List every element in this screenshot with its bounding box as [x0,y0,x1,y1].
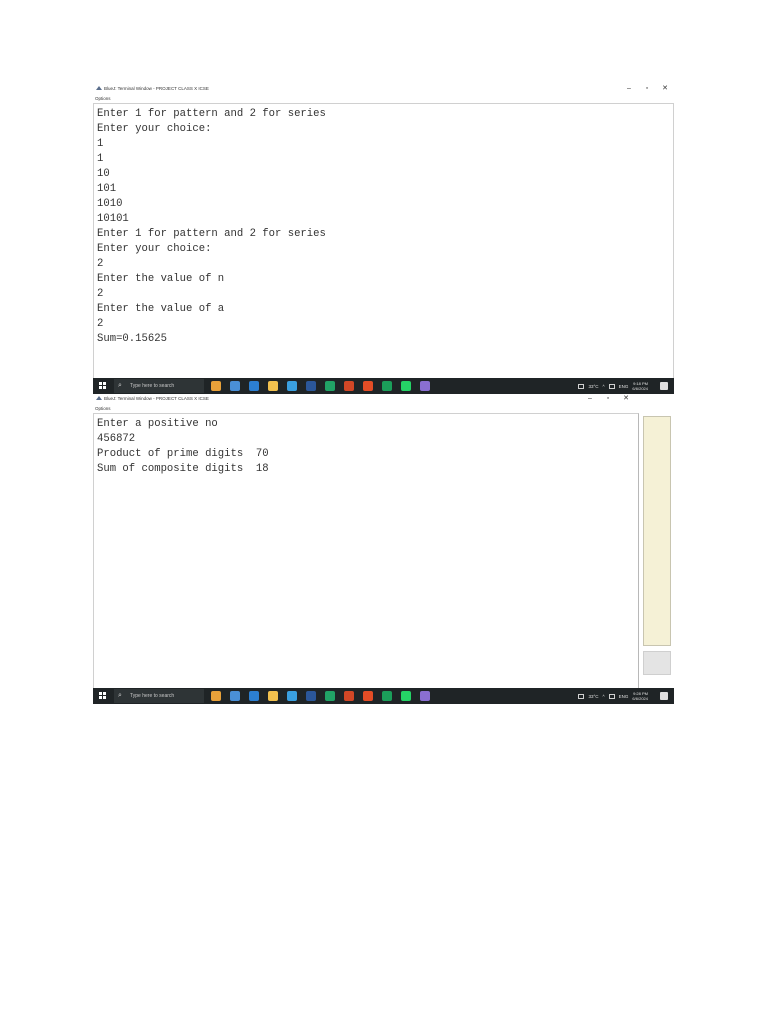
terminal-lines: Enter 1 for pattern and 2 for series Ente… [94,104,673,347]
background-window [639,413,674,688]
taskbar-app-icon[interactable] [344,691,354,701]
terminal-line: 1 [97,153,104,165]
terminal-line: 10101 [97,213,129,225]
taskbar-app-icon[interactable] [363,381,373,391]
background-status-panel [643,651,671,675]
volume-icon[interactable] [608,693,615,699]
window-titlebar: BlueJ: Terminal Window - PROJECT CLASS X… [93,394,674,404]
window-titlebar: BlueJ: Terminal Window - PROJECT CLASS X… [93,84,674,94]
window-title: BlueJ: Terminal Window - PROJECT CLASS X… [104,396,209,401]
clock-date: 6/6/2024 [632,386,648,391]
background-editor-panel [643,416,671,646]
notification-icon[interactable] [660,692,668,700]
terminal-line: 2 [97,258,104,270]
taskbar-apps [211,690,430,702]
terminal-line: Enter a positive no [97,418,218,430]
minimize-button[interactable]: – [581,394,599,404]
terminal-screenshot-1: BlueJ: Terminal Window - PROJECT CLASS X… [93,84,674,394]
taskbar-app-icon[interactable] [249,691,259,701]
terminal-output[interactable]: Enter 1 for pattern and 2 for series Ente… [93,103,674,378]
terminal-line: 2 [97,288,104,300]
close-button[interactable]: ✕ [617,394,635,404]
system-tray: 33°C ^ ENG 9:18 PM 6/6/2024 [578,380,648,392]
taskbar-app-icon[interactable] [287,381,297,391]
bluej-icon [96,396,102,400]
weather-icon[interactable] [578,383,585,389]
taskbar-app-icon[interactable] [420,381,430,391]
temperature[interactable]: 33°C [588,384,598,389]
terminal-line: 10 [97,168,110,180]
close-button[interactable]: ✕ [656,84,674,94]
search-placeholder: Type here to search [130,383,175,389]
taskbar-app-icon[interactable] [363,691,373,701]
taskbar-app-icon[interactable] [211,381,221,391]
taskbar-search[interactable]: ⌕ Type here to search [114,689,204,703]
chevron-up-icon[interactable]: ^ [603,694,605,699]
search-icon: ⌕ [118,692,122,699]
notification-icon[interactable] [660,382,668,390]
taskbar-app-icon[interactable] [325,691,335,701]
taskbar-apps [211,380,430,392]
menu-options[interactable]: Options [93,404,674,413]
menu-options[interactable]: Options [93,94,674,103]
weather-icon[interactable] [578,693,585,699]
taskbar-app-icon[interactable] [306,381,316,391]
terminal-screenshot-2: BlueJ: Terminal Window - PROJECT CLASS X… [93,394,674,704]
taskbar-app-icon[interactable] [382,691,392,701]
windows-start-icon[interactable] [99,382,106,389]
terminal-line: Enter the value of n [97,273,225,285]
taskbar-app-icon[interactable] [230,381,240,391]
maximize-button[interactable]: ▫ [638,84,656,94]
window-title: BlueJ: Terminal Window - PROJECT CLASS X… [104,86,209,91]
terminal-line: 1010 [97,198,123,210]
taskbar-app-icon[interactable] [306,691,316,701]
taskbar-app-icon[interactable] [382,381,392,391]
maximize-button[interactable]: ▫ [599,394,617,404]
taskbar-app-icon[interactable] [211,691,221,701]
terminal-line: Enter 1 for pattern and 2 for series [97,228,326,240]
taskbar-app-icon[interactable] [344,381,354,391]
clock[interactable]: 9:28 PM 6/6/2024 [632,691,648,701]
volume-icon[interactable] [608,383,615,389]
language[interactable]: ENG [619,384,629,389]
chevron-up-icon[interactable]: ^ [603,384,605,389]
taskbar-app-icon[interactable] [401,381,411,391]
terminal-line: Product of prime digits 70 [97,448,269,460]
taskbar-app-icon[interactable] [401,691,411,701]
taskbar-app-icon[interactable] [249,381,259,391]
taskbar: ⌕ Type here to search 33°C ^ ENG 9:18 PM… [93,378,674,394]
terminal-line: Enter the value of a [97,303,225,315]
terminal-line: Sum=0.15625 [97,333,167,345]
terminal-line: Enter your choice: [97,123,212,135]
taskbar-app-icon[interactable] [268,381,278,391]
bluej-icon [96,86,102,90]
search-placeholder: Type here to search [130,693,175,699]
clock-date: 6/6/2024 [632,696,648,701]
window-controls: – ▫ ✕ [620,84,674,94]
windows-start-icon[interactable] [99,692,106,699]
search-icon: ⌕ [118,382,122,389]
terminal-line: 2 [97,318,104,330]
language[interactable]: ENG [619,694,629,699]
terminal-line: 101 [97,183,117,195]
minimize-button[interactable]: – [620,84,638,94]
clock[interactable]: 9:18 PM 6/6/2024 [632,381,648,391]
temperature[interactable]: 33°C [588,694,598,699]
taskbar-search[interactable]: ⌕ Type here to search [114,379,204,393]
taskbar: ⌕ Type here to search 33°C ^ ENG 9:28 PM… [93,688,674,704]
terminal-line: Enter your choice: [97,243,212,255]
terminal-line: 456872 [97,433,136,445]
taskbar-app-icon[interactable] [325,381,335,391]
taskbar-app-icon[interactable] [230,691,240,701]
terminal-output[interactable]: Enter a positive no 456872 Product of prim… [93,413,639,688]
terminal-line: 1 [97,138,104,150]
taskbar-app-icon[interactable] [287,691,297,701]
terminal-line: Enter 1 for pattern and 2 for series [97,108,326,120]
taskbar-app-icon[interactable] [420,691,430,701]
terminal-line: Sum of composite digits 18 [97,463,269,475]
terminal-lines: Enter a positive no 456872 Product of prim… [94,414,638,477]
system-tray: 33°C ^ ENG 9:28 PM 6/6/2024 [578,690,648,702]
window-controls: – ▫ ✕ [581,394,635,404]
taskbar-app-icon[interactable] [268,691,278,701]
